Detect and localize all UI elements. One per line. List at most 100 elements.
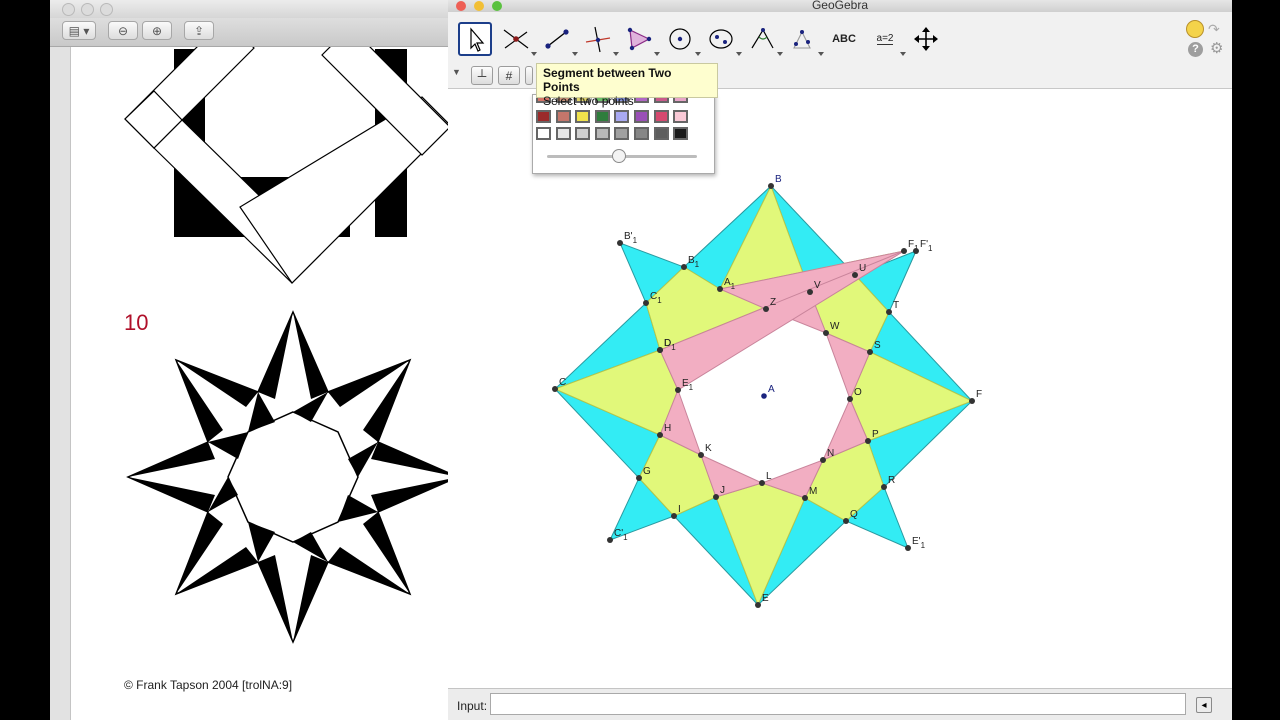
move-graphics-tool[interactable] — [909, 22, 943, 56]
ellipse-tool[interactable] — [704, 22, 742, 56]
color-swatch[interactable] — [594, 127, 610, 140]
circle-center-icon — [669, 28, 691, 50]
color-swatch[interactable] — [653, 127, 669, 140]
slider-tool[interactable]: a=2 — [868, 22, 906, 56]
preview-toolbar: ▤ ▾ ⊖ ⊕ ⇪ — [50, 18, 448, 47]
point-label: J — [720, 485, 725, 496]
color-swatch[interactable] — [634, 127, 649, 140]
color-swatch[interactable] — [594, 110, 610, 123]
tooltip-subtitle: Select two points — [543, 94, 634, 108]
input-help-icon[interactable]: ◂ — [1196, 697, 1212, 713]
point-a1[interactable] — [717, 286, 723, 292]
input-label: Input: — [457, 699, 488, 713]
style-bar-toggle-icon[interactable]: ▼ — [452, 67, 461, 77]
color-swatch[interactable] — [575, 110, 591, 123]
preview-window: ▤ ▾ ⊖ ⊕ ⇪ 10 © Frank Tapson 2004 [trolNA… — [50, 0, 448, 720]
undo-icon[interactable] — [1186, 20, 1204, 38]
construction-drawing[interactable]: ABCDEFGHIJKLMNOPQRSTUVWZA1B1C1D1E1F1B'1C… — [448, 89, 1232, 688]
point-label: P — [872, 429, 879, 440]
point-k[interactable] — [698, 452, 704, 458]
point-w[interactable] — [823, 330, 829, 336]
point-m[interactable] — [802, 495, 808, 501]
point-r[interactable] — [881, 484, 887, 490]
point-t[interactable] — [886, 309, 892, 315]
point-e1[interactable] — [675, 387, 681, 393]
perpendicular-line-tool[interactable] — [581, 22, 619, 56]
opacity-slider-knob[interactable] — [612, 149, 626, 163]
point-a[interactable] — [761, 393, 767, 399]
point-label: B — [775, 174, 782, 185]
point-h[interactable] — [657, 432, 663, 438]
color-swatch[interactable] — [555, 110, 571, 123]
point-n[interactable] — [820, 457, 826, 463]
zoom-button[interactable] — [100, 3, 113, 16]
move-tool[interactable] — [458, 22, 492, 56]
color-swatch[interactable] — [673, 127, 689, 140]
point-v[interactable] — [807, 289, 813, 295]
point-o[interactable] — [847, 396, 853, 402]
segment-tool[interactable] — [540, 22, 578, 56]
close-button[interactable] — [62, 3, 75, 16]
axes-toggle-icon[interactable]: ┴ — [471, 66, 493, 85]
point-j[interactable] — [713, 494, 719, 500]
point-s[interactable] — [867, 349, 873, 355]
point-e[interactable] — [755, 602, 761, 608]
color-swatch[interactable] — [536, 127, 551, 140]
view-menu-button[interactable]: ▤ ▾ — [62, 21, 96, 40]
color-swatch[interactable] — [634, 110, 649, 123]
point-bp1[interactable] — [617, 240, 623, 246]
reflect-tool[interactable] — [786, 22, 824, 56]
point-label: A — [768, 384, 775, 395]
geogebra-titlebar: GeoGebra — [448, 0, 1232, 12]
input-field[interactable] — [490, 693, 1186, 715]
polygon-tool[interactable] — [622, 22, 660, 56]
color-swatch[interactable] — [575, 127, 591, 140]
point-cp1[interactable] — [607, 537, 613, 543]
point-label: F'1 — [920, 239, 933, 253]
point-p[interactable] — [865, 438, 871, 444]
point-g[interactable] — [636, 475, 642, 481]
color-menu-button[interactable] — [525, 66, 533, 85]
point-f[interactable] — [969, 398, 975, 404]
point-f1[interactable] — [901, 248, 907, 254]
redo-icon[interactable]: ↷ — [1208, 20, 1226, 38]
help-icon[interactable]: ? — [1188, 42, 1203, 57]
preview-titlebar — [50, 0, 448, 18]
color-swatch[interactable] — [555, 127, 571, 140]
circle-tool[interactable] — [663, 22, 701, 56]
share-icon[interactable]: ⇪ — [184, 21, 214, 40]
text-tool[interactable]: ABC — [827, 22, 861, 56]
settings-gear-icon[interactable]: ⚙ — [1210, 41, 1226, 57]
point-b1[interactable] — [681, 264, 687, 270]
point-q[interactable] — [843, 518, 849, 524]
copyright-text: © Frank Tapson 2004 [trolNA:9] — [124, 678, 293, 692]
point-b[interactable] — [768, 183, 774, 189]
point-tool[interactable] — [499, 22, 537, 56]
ellipse-icon — [709, 29, 733, 49]
point-ep1[interactable] — [905, 545, 911, 551]
point-label: C — [559, 377, 566, 388]
zoom-out-icon[interactable]: ⊖ — [108, 21, 138, 40]
point-z[interactable] — [763, 306, 769, 312]
color-swatch[interactable] — [653, 110, 669, 123]
point-c1[interactable] — [643, 300, 649, 306]
graphics-view[interactable]: ABCDEFGHIJKLMNOPQRSTUVWZA1B1C1D1E1F1B'1C… — [448, 89, 1232, 688]
point-u[interactable] — [852, 272, 858, 278]
minimize-button[interactable] — [81, 3, 94, 16]
point-i[interactable] — [671, 513, 677, 519]
color-swatch[interactable] — [614, 127, 630, 140]
grid-toggle-icon[interactable]: # — [498, 66, 520, 85]
point-label: Z — [770, 297, 776, 308]
point-label: O — [854, 387, 862, 398]
color-swatch[interactable] — [673, 110, 689, 123]
point-fp1[interactable] — [913, 248, 919, 254]
color-swatch[interactable] — [614, 110, 630, 123]
point-d1[interactable] — [657, 347, 663, 353]
point-c[interactable] — [552, 386, 558, 392]
point-label: B'1 — [624, 231, 638, 245]
point-l[interactable] — [759, 480, 765, 486]
zoom-in-icon[interactable]: ⊕ — [142, 21, 172, 40]
figure-number: 10 — [124, 310, 149, 335]
angle-tool[interactable] — [745, 22, 783, 56]
color-swatch[interactable] — [536, 110, 551, 123]
